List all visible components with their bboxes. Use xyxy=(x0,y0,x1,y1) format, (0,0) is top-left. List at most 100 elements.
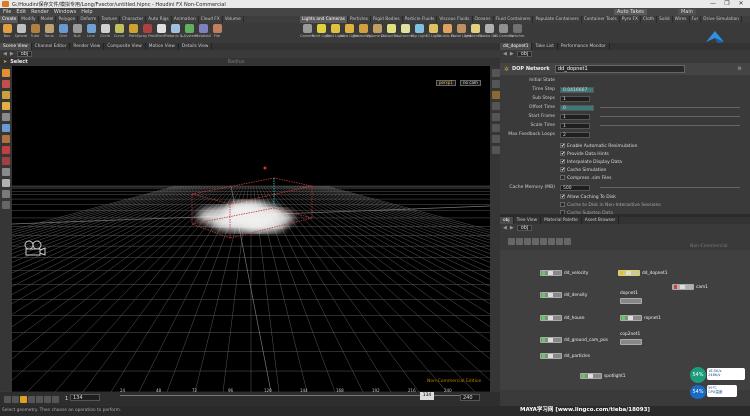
param-checkbox[interactable]: ✔ Allow Caching To Disk xyxy=(560,194,616,200)
tab-render-view[interactable]: Render View xyxy=(70,43,105,50)
handle-tool-icon[interactable] xyxy=(2,124,10,132)
network-node[interactable]: dd_house xyxy=(540,315,585,321)
pose-tool-icon[interactable] xyxy=(2,113,10,121)
network-node[interactable]: dd_ground_cam_pos xyxy=(540,337,608,343)
create-tool-15[interactable]: File xyxy=(210,23,224,43)
play-back-icon[interactable] xyxy=(28,395,35,403)
camera-object-icon[interactable] xyxy=(24,240,46,256)
param-checkbox[interactable]: ✔ Cache Simulation xyxy=(560,167,606,173)
node-flag-icon[interactable] xyxy=(542,271,545,275)
create-tool-2[interactable]: Tube xyxy=(28,23,42,43)
checkbox-box[interactable]: ✔ xyxy=(560,167,565,173)
shelf-tab-right-9[interactable]: Pyro FX xyxy=(620,16,641,23)
node-body[interactable] xyxy=(540,353,562,359)
network-node-label[interactable]: cop2net1 xyxy=(620,332,640,337)
shelf-tab-right-14[interactable]: Drive Simulation xyxy=(701,16,742,23)
close-button[interactable]: ✕ xyxy=(734,0,748,8)
node-flag-icon[interactable] xyxy=(542,354,545,358)
node-flag-icon[interactable] xyxy=(674,285,677,289)
param-field[interactable]: 1 xyxy=(560,113,590,120)
sculpt-tool-icon[interactable] xyxy=(2,157,10,165)
create-tool-6[interactable]: Line xyxy=(84,23,98,43)
light-tool-icon[interactable] xyxy=(2,201,10,209)
lights-tool-9[interactable]: GI Light xyxy=(426,23,440,43)
param-field[interactable]: 0.0416667 xyxy=(560,86,594,93)
persp-camera-label[interactable]: persp1 xyxy=(436,80,456,86)
lights-tool-5[interactable]: Volume Li... xyxy=(367,23,387,43)
brush-tool-icon[interactable] xyxy=(2,146,10,154)
shelf-tab-right-5[interactable]: Oceans xyxy=(473,16,494,23)
desktop-selector[interactable]: Main xyxy=(678,9,696,15)
node-flag-icon[interactable] xyxy=(582,374,585,378)
create-tool-4[interactable]: Grid xyxy=(56,23,70,43)
checkbox-box[interactable] xyxy=(560,175,565,180)
play-icon[interactable] xyxy=(36,395,43,403)
node-name-field[interactable]: dd_dopnet1 xyxy=(555,65,685,73)
shape-palette-icon[interactable] xyxy=(540,237,547,245)
network-box-icon[interactable] xyxy=(556,237,563,245)
cache-memory-slider[interactable] xyxy=(600,187,740,188)
menu-windows[interactable]: Windows xyxy=(54,9,76,15)
create-tool-3[interactable]: Torus xyxy=(42,23,56,43)
menu-render[interactable]: Render xyxy=(31,9,49,15)
create-tool-5[interactable]: Null xyxy=(70,23,84,43)
lights-tool-6[interactable]: Distant Li... xyxy=(381,23,401,43)
network-node[interactable]: dd_particles xyxy=(540,353,590,359)
shelf-tab-right-8[interactable]: Container Tools xyxy=(582,16,620,23)
color-palette-icon[interactable] xyxy=(532,237,539,245)
checkbox-box[interactable]: ✔ xyxy=(560,151,565,157)
lights-tool-10[interactable]: Caustic Li... xyxy=(437,23,457,43)
network-node[interactable]: cam1 xyxy=(672,284,708,290)
lights-tool-0[interactable]: Camera xyxy=(300,23,314,43)
move-tool-icon[interactable] xyxy=(2,80,10,88)
parameter-path-field[interactable]: obj xyxy=(516,51,533,57)
shelf-tab-right-10[interactable]: Cloth xyxy=(641,16,658,23)
view-tool-icon[interactable] xyxy=(2,168,10,176)
shading-icon[interactable] xyxy=(492,91,500,99)
lights-tool-14[interactable]: VR Camera xyxy=(493,23,513,43)
network-node-label[interactable]: dopnet1 xyxy=(620,291,638,296)
back-arrow-icon[interactable]: ◀ xyxy=(3,51,7,57)
tab-channel-editor[interactable]: Channel Editor xyxy=(32,43,71,50)
create-tool-1[interactable]: Sphere xyxy=(14,23,28,43)
list-view-icon[interactable] xyxy=(508,237,515,245)
lights-tool-15[interactable]: Switcher xyxy=(509,23,525,43)
menu-edit[interactable]: Edit xyxy=(16,9,26,15)
node-flag-icon[interactable] xyxy=(542,338,545,342)
lights-tool-4[interactable]: Geometry... xyxy=(353,23,373,43)
node-body[interactable] xyxy=(540,270,562,276)
shelf-tab-left-3[interactable]: Polygon xyxy=(56,16,79,23)
tab-material-palette[interactable]: Material Palette xyxy=(541,217,582,224)
lights-tool-1[interactable]: Point Light xyxy=(311,23,331,43)
viewport-path-field[interactable]: obj xyxy=(16,51,33,57)
shelf-tab-right-6[interactable]: Fluid Containers xyxy=(494,16,534,23)
shelf-tab-left-8[interactable]: Animation xyxy=(172,16,199,23)
create-tool-7[interactable]: Circle xyxy=(98,23,112,43)
create-tool-8[interactable]: Curve xyxy=(112,23,126,43)
param-checkbox[interactable]: ✔ Provide Data Hints xyxy=(560,151,609,157)
param-checkbox[interactable]: ✔ Enable Automatic Resimulation xyxy=(560,143,637,149)
lights-tool-8[interactable]: Sky Light xyxy=(411,23,427,43)
shelf-tab-left-9[interactable]: Cloud FX xyxy=(199,16,223,23)
node-body[interactable] xyxy=(540,337,562,343)
shelf-tab-right-7[interactable]: Populate Containers xyxy=(533,16,582,23)
minimize-button[interactable]: — xyxy=(706,0,720,8)
auto-takes-button[interactable]: Auto Takes xyxy=(614,9,647,15)
param-field[interactable]: 0 xyxy=(560,104,594,111)
select-arrow-icon[interactable]: ➤ xyxy=(3,59,7,65)
shelf-tab-right-3[interactable]: Particle Fluids xyxy=(403,16,438,23)
tab-asset-browser[interactable]: Asset Browser xyxy=(582,217,620,224)
shelf-tab-left-5[interactable]: Texture xyxy=(99,16,121,23)
shelf-tab-left-0[interactable]: Create xyxy=(0,16,20,23)
node-body[interactable] xyxy=(540,292,562,298)
snap-tool-icon[interactable] xyxy=(2,190,10,198)
end-frame-field[interactable]: 240 xyxy=(460,394,480,401)
network-node[interactable]: spotlight1 xyxy=(580,373,626,379)
param-field[interactable]: 2 xyxy=(560,131,590,138)
create-tool-12[interactable]: Platonic S... xyxy=(164,23,186,43)
param-slider[interactable] xyxy=(600,107,740,108)
shelf-tab-left-10[interactable]: Volume xyxy=(223,16,244,23)
node-body[interactable] xyxy=(618,270,640,276)
node-body[interactable] xyxy=(672,284,694,290)
shelf-tab-right-1[interactable]: Particles xyxy=(348,16,372,23)
